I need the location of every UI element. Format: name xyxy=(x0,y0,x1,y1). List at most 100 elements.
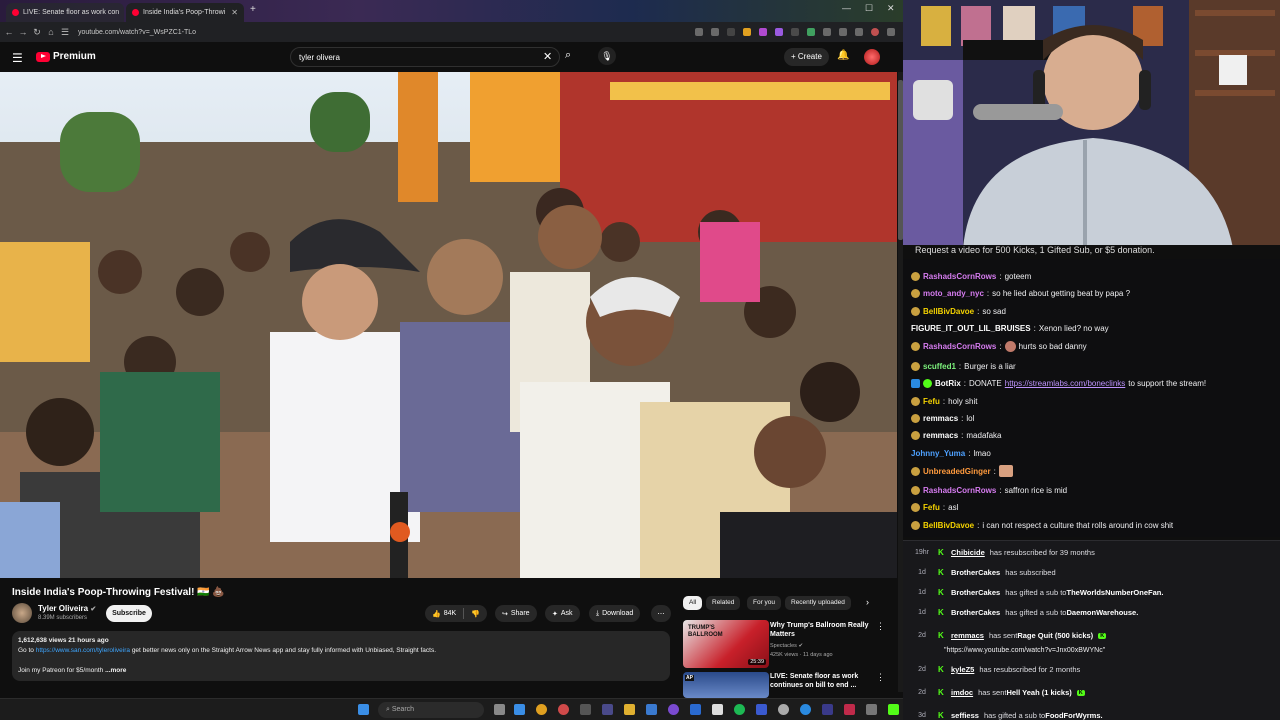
app-icon[interactable] xyxy=(822,704,833,715)
event-username[interactable]: kyleZ5 xyxy=(951,665,974,674)
bookmark-star-icon[interactable] xyxy=(711,28,719,36)
subscribe-button[interactable]: Subscribe xyxy=(106,605,152,622)
chat-username[interactable]: BellBivDavoe xyxy=(923,307,974,316)
chrome-icon[interactable] xyxy=(536,704,547,715)
taskbar-search-box[interactable]: ⌕ Search xyxy=(378,702,484,718)
chat-username[interactable]: UnbreadedGinger xyxy=(923,467,991,476)
microphone-icon[interactable]: 🎙 xyxy=(598,47,616,65)
task-view-icon[interactable] xyxy=(494,704,505,715)
forward-icon[interactable]: → xyxy=(16,27,30,37)
extension-icon[interactable] xyxy=(807,28,815,36)
chat-username[interactable]: remmacs xyxy=(923,414,958,423)
edge-icon[interactable] xyxy=(514,704,525,715)
profile-avatar[interactable] xyxy=(871,28,879,36)
event-username[interactable]: Chibicide xyxy=(951,548,985,557)
chat-link[interactable]: https://streamlabs.com/boneclinks xyxy=(1005,379,1126,388)
related-video-title[interactable]: Why Trump's Ballroom Really Matters xyxy=(770,621,870,639)
file-explorer-icon[interactable] xyxy=(624,704,635,715)
chat-username[interactable]: moto_andy_nyc xyxy=(923,289,984,298)
description-link[interactable]: https://www.san.com/tyleroliveira xyxy=(36,647,130,654)
chip-for-you[interactable]: For you xyxy=(747,596,782,610)
chat-username[interactable]: RashadsCornRows xyxy=(923,486,996,495)
event-username[interactable]: BrotherCakes xyxy=(951,588,1000,597)
youtube-premium-logo[interactable]: Premium xyxy=(36,51,96,62)
like-button[interactable]: 👍 84K 👎 xyxy=(425,605,487,622)
chat-username[interactable]: scuffed1 xyxy=(923,362,956,371)
reload-icon[interactable]: ↻ xyxy=(30,27,44,38)
sidebar-icon[interactable] xyxy=(855,28,863,36)
download-button[interactable]: ⤓ Download xyxy=(589,605,641,622)
event-username[interactable]: remmacs xyxy=(951,631,984,640)
url-field[interactable]: youtube.com/watch?v=_WsPZC1-TLo xyxy=(78,29,196,36)
spotify-icon[interactable] xyxy=(734,704,745,715)
site-info-icon[interactable]: ☰ xyxy=(58,27,72,38)
share-button[interactable]: ↪ Share xyxy=(495,605,537,622)
event-username[interactable]: BrotherCakes xyxy=(951,608,1000,617)
show-more-link[interactable]: ...more xyxy=(105,667,126,674)
video-player[interactable] xyxy=(0,72,897,578)
create-button[interactable]: + Create xyxy=(784,48,829,66)
browser-tab-active[interactable]: Inside India's Poop-Throwi ✕ xyxy=(126,3,244,22)
app-icon[interactable] xyxy=(800,704,811,715)
downloads-icon[interactable] xyxy=(839,28,847,36)
chip-all[interactable]: All xyxy=(683,596,703,610)
chat-username[interactable]: BellBivDavoe xyxy=(923,521,974,530)
thumbs-down-icon[interactable]: 👎 xyxy=(471,610,480,618)
notifications-bell-icon[interactable]: 🔔 xyxy=(837,50,849,61)
related-video-title[interactable]: LIVE: Senate floor as work continues on … xyxy=(770,672,870,690)
event-username[interactable]: seffiess xyxy=(951,711,979,720)
account-avatar[interactable] xyxy=(864,49,880,65)
chat-username[interactable]: Johnny_Yuma xyxy=(911,449,965,458)
browser-tab-senate[interactable]: LIVE: Senate floor as work con ✕ xyxy=(6,3,124,22)
chip-related[interactable]: Related xyxy=(706,596,741,610)
app-icon[interactable] xyxy=(690,704,701,715)
chat-username[interactable]: remmacs xyxy=(923,431,958,440)
new-tab-icon[interactable]: + xyxy=(250,4,256,15)
related-thumbnail[interactable]: AP xyxy=(683,672,769,698)
more-vertical-icon[interactable]: ⋮ xyxy=(876,672,885,683)
chat-username[interactable]: Fefu xyxy=(923,503,940,512)
extension-icon[interactable] xyxy=(775,28,783,36)
cast-icon[interactable] xyxy=(695,28,703,36)
video-description[interactable]: 1,612,638 views 21 hours ago Go to https… xyxy=(12,631,670,681)
channel-name[interactable]: Tyler Oliveira ✔ xyxy=(38,604,96,613)
clear-search-icon[interactable]: ✕ xyxy=(543,50,552,63)
ask-button[interactable]: ✦ Ask xyxy=(545,605,580,622)
more-actions-button[interactable]: ⋯ xyxy=(651,605,671,622)
minimize-icon[interactable]: — xyxy=(842,3,851,13)
chat-username[interactable]: FIGURE_IT_OUT_LIL_BRUISES xyxy=(911,324,1031,333)
windows-start-icon[interactable] xyxy=(358,704,369,715)
browser-menu-icon[interactable] xyxy=(887,28,895,36)
app-icon[interactable] xyxy=(756,704,767,715)
event-username[interactable]: imdoc xyxy=(951,688,973,697)
app-icon[interactable] xyxy=(712,704,723,715)
related-thumbnail[interactable]: TRUMP'S BALLROOM 25:39 xyxy=(683,620,769,668)
close-tab-icon[interactable]: ✕ xyxy=(231,8,238,17)
chip-recently-uploaded[interactable]: Recently uploaded xyxy=(785,596,851,610)
chat-username[interactable]: Fefu xyxy=(923,397,940,406)
app-icon[interactable] xyxy=(668,704,679,715)
chat-username[interactable]: BotRix xyxy=(935,379,961,388)
extension-icon[interactable] xyxy=(743,28,751,36)
maximize-icon[interactable]: ☐ xyxy=(865,3,873,14)
back-icon[interactable]: ← xyxy=(2,27,16,37)
search-icon[interactable]: ⌕ xyxy=(565,49,571,62)
chat-username[interactable]: RashadsCornRows xyxy=(923,342,996,351)
chevron-right-icon[interactable]: › xyxy=(866,597,869,607)
app-icon[interactable] xyxy=(646,704,657,715)
hamburger-menu-icon[interactable]: ☰ xyxy=(12,51,23,65)
app-icon[interactable] xyxy=(778,704,789,715)
app-icon[interactable] xyxy=(844,704,855,715)
channel-avatar[interactable] xyxy=(12,603,32,623)
home-icon[interactable]: ⌂ xyxy=(44,27,58,37)
app-icon[interactable] xyxy=(558,704,569,715)
close-tab-icon[interactable]: ✕ xyxy=(123,8,124,17)
close-window-icon[interactable]: ✕ xyxy=(887,3,895,14)
chat-username[interactable]: RashadsCornRows xyxy=(923,272,996,281)
extensions-puzzle-icon[interactable] xyxy=(823,28,831,36)
app-icon[interactable] xyxy=(580,704,591,715)
app-icon[interactable] xyxy=(602,704,613,715)
kick-icon[interactable] xyxy=(888,704,899,715)
more-vertical-icon[interactable]: ⋮ xyxy=(876,621,885,632)
search-input[interactable]: tyler olivera xyxy=(290,47,560,67)
